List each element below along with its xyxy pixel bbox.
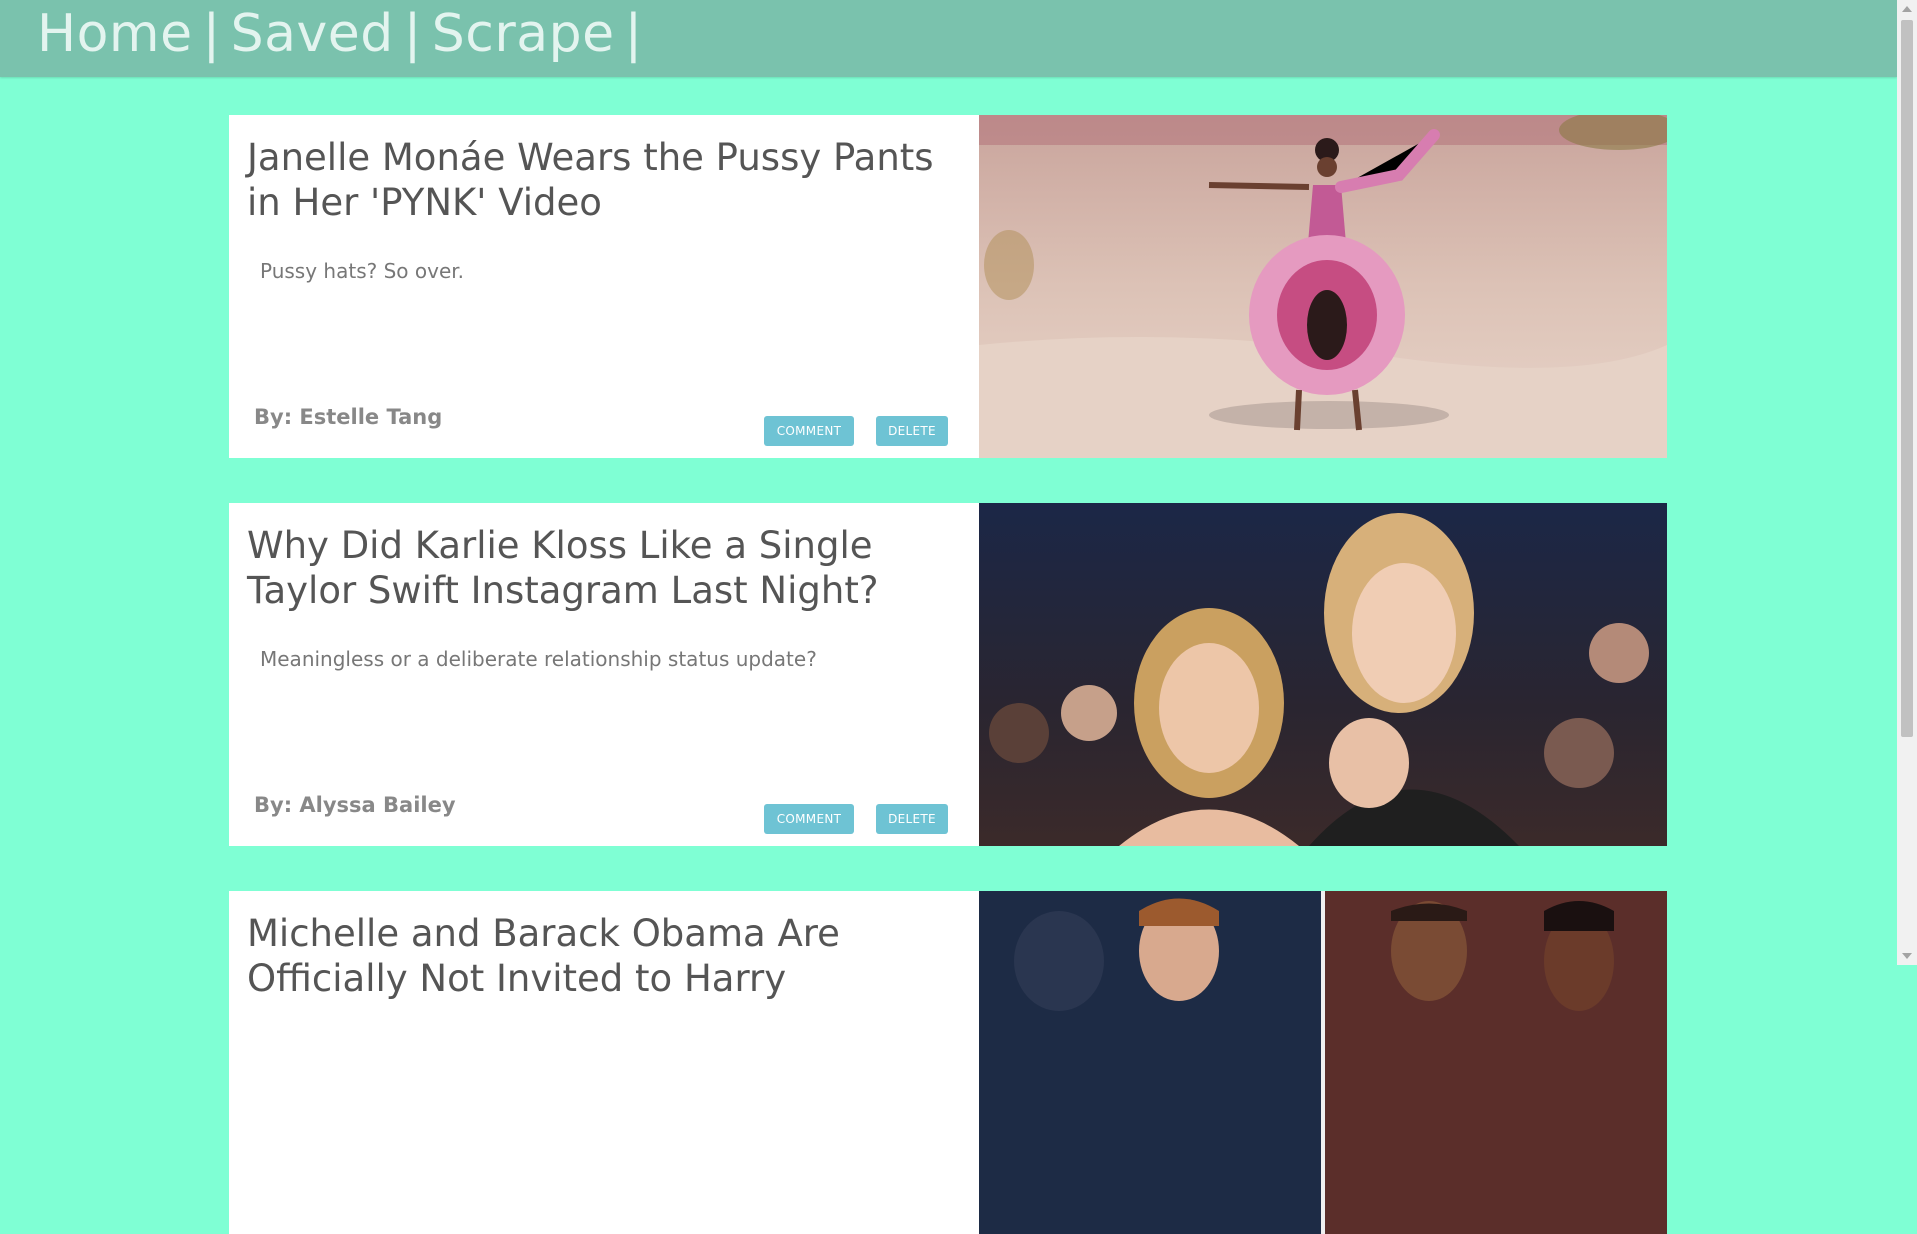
article-image-graphic bbox=[979, 891, 1667, 1234]
nav-separator: | bbox=[624, 4, 643, 64]
scrollbar-thumb[interactable] bbox=[1901, 20, 1913, 737]
article-title[interactable]: Janelle Monáe Wears the Pussy Pants in H… bbox=[247, 135, 947, 225]
nav-home-link[interactable]: Home bbox=[37, 4, 193, 64]
nav-separator: | bbox=[202, 4, 221, 64]
article-text-panel: Michelle and Barack Obama Are Officially… bbox=[229, 891, 979, 1234]
scroll-down-icon[interactable] bbox=[1902, 953, 1912, 959]
nav-links: Home | Saved | Scrape | bbox=[37, 4, 653, 64]
vertical-scrollbar[interactable] bbox=[1897, 0, 1917, 965]
article-author: By: Estelle Tang bbox=[254, 405, 443, 429]
article-image[interactable] bbox=[979, 891, 1667, 1234]
article-card: Janelle Monáe Wears the Pussy Pants in H… bbox=[229, 115, 1667, 458]
article-author: By: Alyssa Bailey bbox=[254, 793, 456, 817]
nav-saved-link[interactable]: Saved bbox=[231, 4, 394, 64]
article-text-panel: Janelle Monáe Wears the Pussy Pants in H… bbox=[229, 115, 979, 458]
article-title[interactable]: Why Did Karlie Kloss Like a Single Taylo… bbox=[247, 523, 947, 613]
scroll-up-icon[interactable] bbox=[1902, 6, 1912, 12]
article-image[interactable] bbox=[979, 115, 1667, 458]
article-image[interactable] bbox=[979, 503, 1667, 846]
article-text-panel: Why Did Karlie Kloss Like a Single Taylo… bbox=[229, 503, 979, 846]
article-summary: Meaningless or a deliberate relationship… bbox=[260, 647, 817, 671]
top-navbar: Home | Saved | Scrape | bbox=[0, 0, 1897, 77]
article-card: Michelle and Barack Obama Are Officially… bbox=[229, 891, 1667, 1234]
delete-button[interactable]: DELETE bbox=[876, 804, 948, 834]
article-card: Why Did Karlie Kloss Like a Single Taylo… bbox=[229, 503, 1667, 846]
nav-separator: | bbox=[403, 4, 422, 64]
nav-scrape-link[interactable]: Scrape bbox=[432, 4, 615, 64]
delete-button[interactable]: DELETE bbox=[876, 416, 948, 446]
comment-button[interactable]: COMMENT bbox=[764, 416, 854, 446]
comment-button[interactable]: COMMENT bbox=[764, 804, 854, 834]
article-image-graphic bbox=[979, 503, 1667, 846]
article-summary: Pussy hats? So over. bbox=[260, 259, 464, 283]
article-title[interactable]: Michelle and Barack Obama Are Officially… bbox=[247, 911, 947, 1001]
article-image-graphic bbox=[979, 115, 1667, 458]
